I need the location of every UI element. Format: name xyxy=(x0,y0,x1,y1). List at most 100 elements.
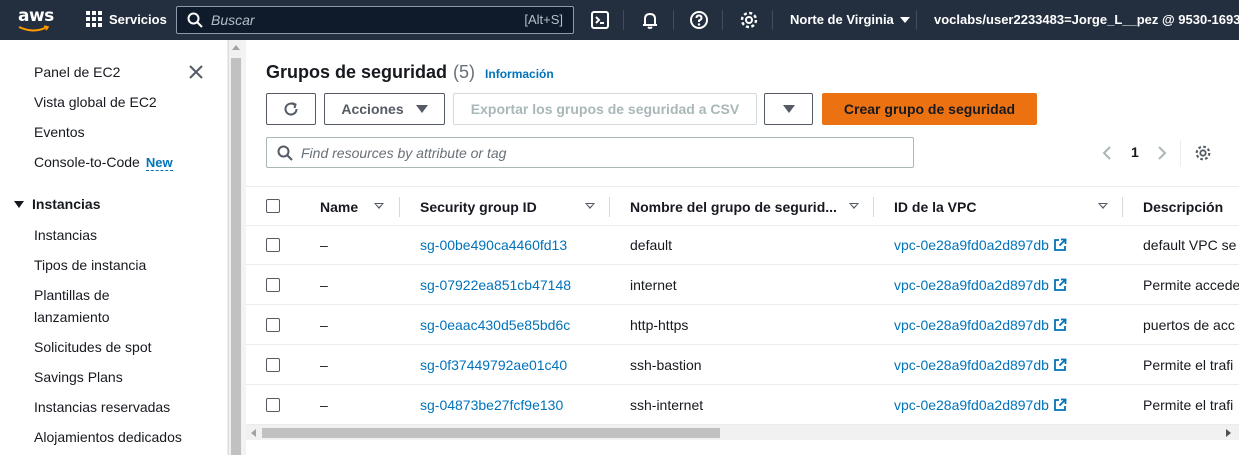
row-checkbox[interactable] xyxy=(266,358,280,372)
external-link-icon xyxy=(1054,398,1067,411)
sort-icon[interactable] xyxy=(849,203,859,209)
search-icon xyxy=(187,12,203,28)
title-count: (5) xyxy=(453,62,476,82)
table-header: Name Security group ID Nombre del grupo … xyxy=(246,186,1239,226)
cell-sg-id-link[interactable]: sg-0f37449792ae01c40 xyxy=(420,357,567,373)
sort-icon[interactable] xyxy=(374,203,384,209)
close-icon[interactable] xyxy=(188,64,204,80)
refresh-icon xyxy=(284,102,298,116)
title-text: Grupos de seguridad xyxy=(266,62,448,82)
cell-vpc-link[interactable]: vpc-0e28a9fd0a2d897db xyxy=(894,277,1067,293)
row-checkbox[interactable] xyxy=(266,278,280,292)
aws-logo[interactable]: aws xyxy=(18,6,54,34)
chevron-left-icon[interactable] xyxy=(1101,145,1113,161)
chevron-right-icon[interactable] xyxy=(1156,145,1168,161)
table-row[interactable]: – sg-00be490ca4460fd13 default vpc-0e28a… xyxy=(246,225,1239,265)
table-horizontal-scrollbar[interactable] xyxy=(246,425,1239,440)
sidebar-scrollbar[interactable] xyxy=(228,40,242,455)
export-label: Exportar los grupos de seguridad a CSV xyxy=(470,101,740,117)
cell-sg-id-link[interactable]: sg-07922ea851cb47148 xyxy=(420,277,571,293)
sidebar-item-console-to-code[interactable]: Console-to-Code New xyxy=(34,154,173,171)
column-divider[interactable] xyxy=(1122,197,1123,217)
grid-icon xyxy=(86,11,102,27)
sort-icon[interactable] xyxy=(585,203,595,209)
sidebar-item-savings-plans[interactable]: Savings Plans xyxy=(34,369,123,385)
cloudshell-icon[interactable] xyxy=(590,10,610,30)
cell-sg-id-link[interactable]: sg-0eaac430d5e85bd6c xyxy=(420,317,570,333)
create-security-group-button[interactable]: Crear grupo de seguridad xyxy=(822,93,1037,125)
column-header-description[interactable]: Descripción xyxy=(1143,199,1223,215)
sidebar-item-panel-ec2[interactable]: Panel de EC2 xyxy=(34,64,120,80)
sidebar-item-eventos[interactable]: Eventos xyxy=(34,124,85,140)
row-checkbox[interactable] xyxy=(266,238,280,252)
export-csv-button[interactable]: Exportar los grupos de seguridad a CSV xyxy=(453,93,757,125)
vpc-link-text[interactable]: vpc-0e28a9fd0a2d897db xyxy=(894,237,1049,253)
cell-group-name: default xyxy=(630,237,673,253)
help-icon[interactable] xyxy=(689,10,709,30)
scrollbar-thumb[interactable] xyxy=(262,428,720,438)
settings-icon[interactable] xyxy=(1194,144,1212,162)
export-dropdown-button[interactable] xyxy=(764,93,813,125)
page-number[interactable]: 1 xyxy=(1131,144,1139,160)
nav-divider xyxy=(673,10,674,30)
services-menu[interactable]: Servicios xyxy=(86,11,167,27)
scroll-left-arrow[interactable] xyxy=(251,429,256,437)
vpc-link-text[interactable]: vpc-0e28a9fd0a2d897db xyxy=(894,357,1049,373)
sidebar-item-alojamientos[interactable]: Alojamientos dedicados xyxy=(34,429,182,445)
section-label: Instancias xyxy=(32,196,101,212)
cell-group-name: http-https xyxy=(630,317,689,333)
info-link[interactable]: Información xyxy=(485,67,554,81)
sidebar-item-instancias[interactable]: Instancias xyxy=(34,227,97,243)
select-all-checkbox[interactable] xyxy=(266,199,280,213)
cell-vpc-link[interactable]: vpc-0e28a9fd0a2d897db xyxy=(894,397,1067,413)
cell-sg-id-link[interactable]: sg-04873be27fcf9e130 xyxy=(420,397,563,413)
user-menu[interactable]: voclabs/user2233483=Jorge_L__pez @ 9530-… xyxy=(934,12,1239,27)
scrollbar-thumb[interactable] xyxy=(231,58,241,455)
top-navigation: aws Servicios [Alt+S] Norte de Virginia … xyxy=(0,0,1239,40)
row-checkbox[interactable] xyxy=(266,398,280,412)
sidebar-item-vista-global[interactable]: Vista global de EC2 xyxy=(34,94,157,110)
services-label: Servicios xyxy=(109,11,167,27)
vpc-link-text[interactable]: vpc-0e28a9fd0a2d897db xyxy=(894,397,1049,413)
column-divider[interactable] xyxy=(873,197,874,217)
table-row[interactable]: – sg-07922ea851cb47148 internet vpc-0e28… xyxy=(246,265,1239,305)
sort-icon[interactable] xyxy=(1098,203,1108,209)
sidebar-section-instancias[interactable]: Instancias xyxy=(14,196,100,212)
search-input[interactable] xyxy=(211,12,501,28)
vpc-link-text[interactable]: vpc-0e28a9fd0a2d897db xyxy=(894,317,1049,333)
nav-divider xyxy=(916,10,917,30)
refresh-button[interactable] xyxy=(266,93,316,125)
sidebar-item-tipos-instancia[interactable]: Tipos de instancia xyxy=(34,257,146,273)
cell-vpc-link[interactable]: vpc-0e28a9fd0a2d897db xyxy=(894,237,1067,253)
filter-box[interactable] xyxy=(266,137,914,168)
external-link-icon xyxy=(1054,278,1067,291)
column-header-name[interactable]: Name xyxy=(320,199,358,215)
bell-icon[interactable] xyxy=(640,10,660,30)
cell-sg-id-link[interactable]: sg-00be490ca4460fd13 xyxy=(420,237,567,253)
region-selector[interactable]: Norte de Virginia xyxy=(790,12,910,27)
sidebar-item-instancias-reservadas[interactable]: Instancias reservadas xyxy=(34,399,170,415)
column-header-sg-id[interactable]: Security group ID xyxy=(420,199,537,215)
column-header-vpc-id[interactable]: ID de la VPC xyxy=(894,199,976,215)
search-box[interactable]: [Alt+S] xyxy=(176,6,574,34)
filter-input[interactable] xyxy=(301,144,901,161)
table-row[interactable]: – sg-0eaac430d5e85bd6c http-https vpc-0e… xyxy=(246,305,1239,345)
row-checkbox[interactable] xyxy=(266,318,280,332)
table-row[interactable]: – sg-04873be27fcf9e130 ssh-internet vpc-… xyxy=(246,385,1239,425)
column-divider[interactable] xyxy=(609,197,610,217)
sidebar-item-solicitudes-spot[interactable]: Solicitudes de spot xyxy=(34,339,152,355)
table-row[interactable]: – sg-0f37449792ae01c40 ssh-bastion vpc-0… xyxy=(246,345,1239,385)
cell-vpc-link[interactable]: vpc-0e28a9fd0a2d897db xyxy=(894,357,1067,373)
sidebar-item-plantillas[interactable]: Plantillas de xyxy=(34,287,110,303)
cell-description: Permite accede xyxy=(1143,277,1239,293)
column-header-group-name[interactable]: Nombre del grupo de segurid... xyxy=(630,199,837,215)
cell-vpc-link[interactable]: vpc-0e28a9fd0a2d897db xyxy=(894,317,1067,333)
column-divider[interactable] xyxy=(399,197,400,217)
cell-description: Permite el trafi xyxy=(1143,357,1234,373)
scroll-right-arrow[interactable] xyxy=(1226,429,1231,437)
vpc-link-text[interactable]: vpc-0e28a9fd0a2d897db xyxy=(894,277,1049,293)
actions-button[interactable]: Acciones xyxy=(324,93,445,125)
sidebar-item-plantillas-cont[interactable]: lanzamiento xyxy=(34,309,110,325)
caret-down-icon xyxy=(14,200,24,208)
settings-icon[interactable] xyxy=(739,10,759,30)
